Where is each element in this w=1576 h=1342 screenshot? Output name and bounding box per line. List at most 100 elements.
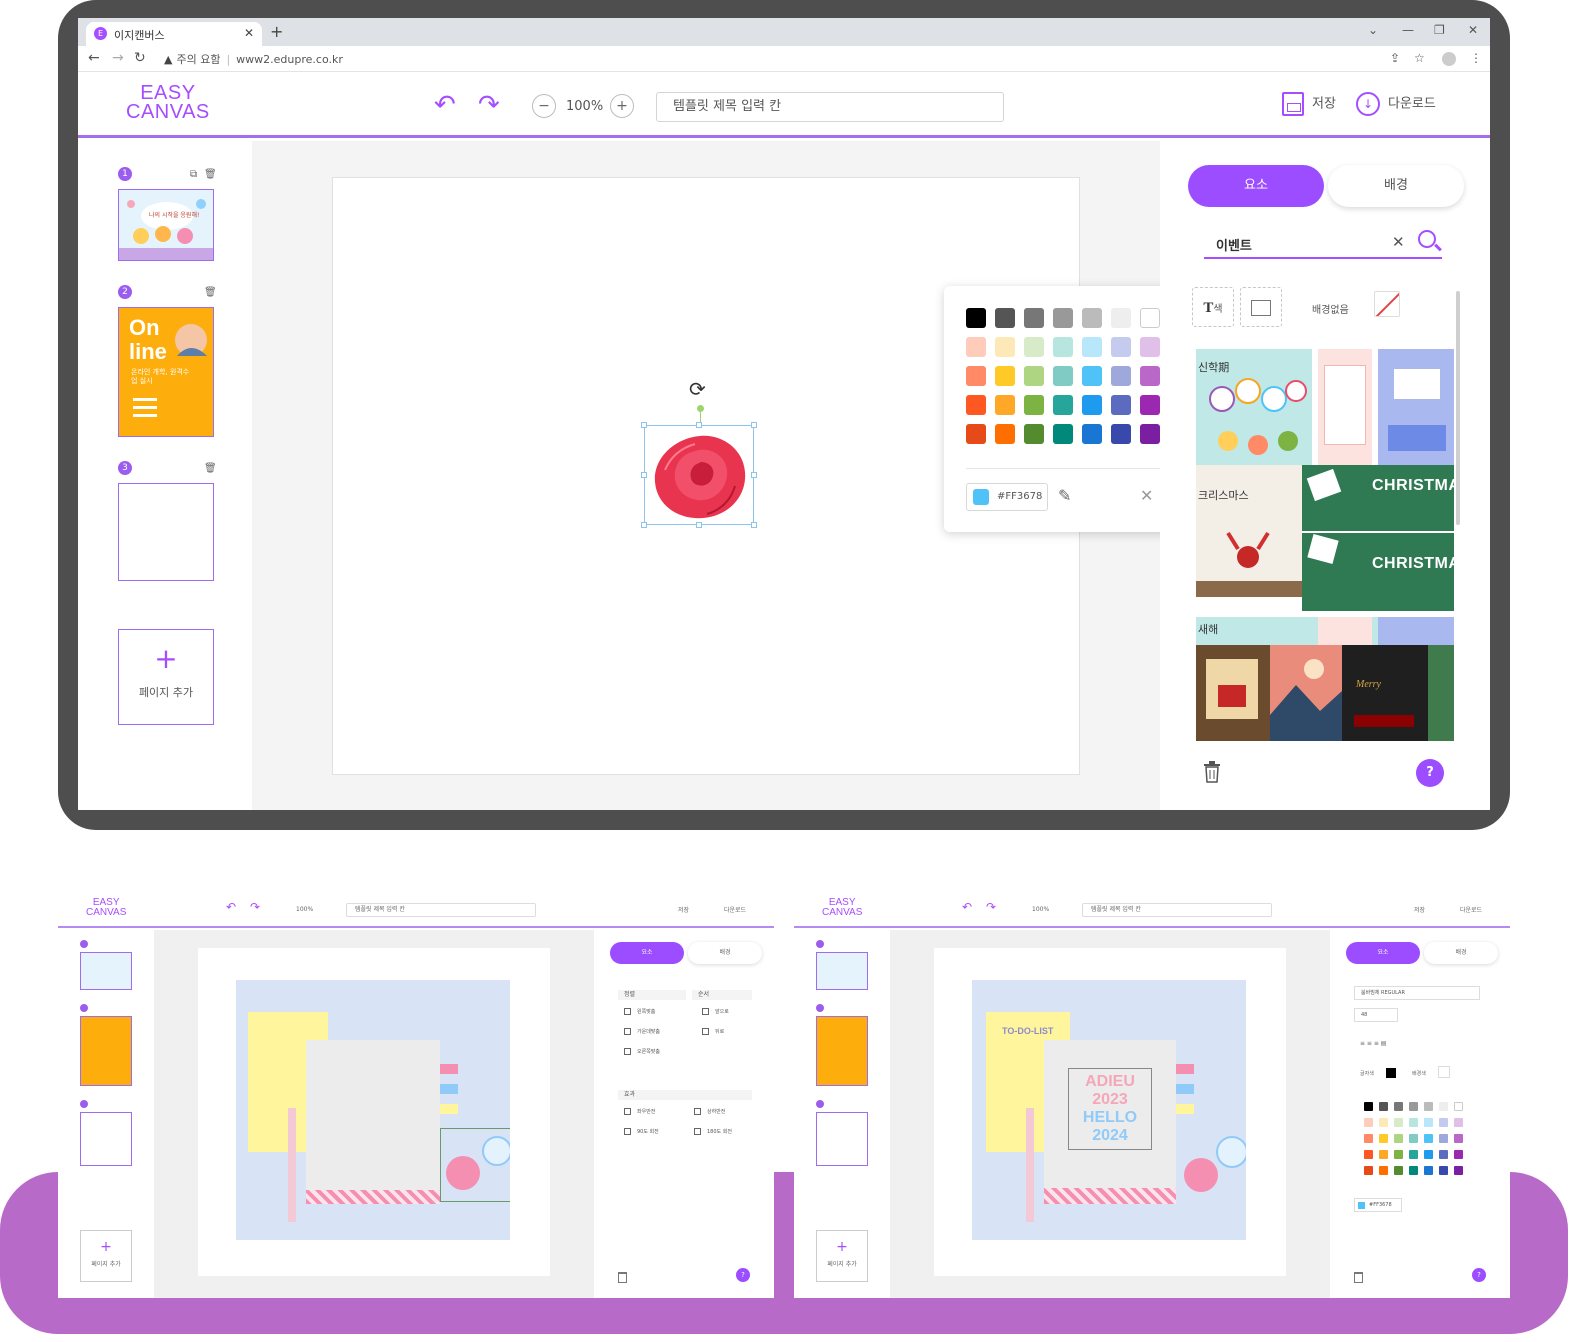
help-button[interactable]: ?	[1416, 759, 1444, 787]
thumb-school[interactable]: 신학期	[1196, 349, 1312, 465]
color-swatch[interactable]	[995, 366, 1015, 386]
thumb-notepad[interactable]	[1318, 349, 1372, 465]
delete-page-icon[interactable]: 🗑	[204, 463, 217, 474]
page-thumbnail-1[interactable]: 나의 시작을 응원해!	[118, 189, 214, 261]
new-tab-icon[interactable]: +	[270, 22, 283, 41]
trash-icon[interactable]	[1202, 761, 1222, 783]
zoom-in-button[interactable]: +	[610, 94, 634, 118]
color-swatch[interactable]	[1053, 424, 1073, 444]
tab-search-icon[interactable]: ⌄	[1368, 23, 1378, 37]
rotate-handle-icon[interactable]: ⟳	[689, 377, 706, 401]
color-swatch[interactable]	[966, 424, 986, 444]
reload-icon[interactable]: ↻	[134, 50, 146, 66]
search-icon[interactable]	[1418, 230, 1436, 248]
resize-handle[interactable]	[751, 522, 757, 528]
bookmark-star-icon[interactable]: ☆	[1414, 51, 1425, 65]
color-swatch[interactable]	[1082, 366, 1102, 386]
add-page-button[interactable]: + 페이지 추가	[118, 629, 214, 725]
color-swatch[interactable]	[966, 308, 986, 328]
thumb-newyear[interactable]: 새해	[1196, 617, 1454, 645]
color-swatch[interactable]	[1140, 424, 1160, 444]
color-swatch[interactable]	[1053, 308, 1073, 328]
easy-canvas-logo[interactable]: EASY CANVAS	[126, 83, 210, 122]
close-picker-icon[interactable]: ✕	[1140, 486, 1153, 505]
resize-handle[interactable]	[696, 522, 702, 528]
browser-menu-icon[interactable]: ⋮	[1470, 51, 1482, 65]
tab-background[interactable]: 배경	[1328, 165, 1464, 207]
resize-handle[interactable]	[641, 422, 647, 428]
color-swatch[interactable]	[1082, 308, 1102, 328]
browser-tab[interactable]: E 이지캔버스 ✕	[86, 22, 262, 46]
tab-elements[interactable]: 요소	[1188, 165, 1324, 207]
no-background-swatch[interactable]	[1374, 291, 1400, 317]
undo-icon[interactable]: ↶	[434, 92, 456, 118]
element-search[interactable]: 이벤트 ✕	[1204, 227, 1442, 259]
color-swatch[interactable]	[1111, 366, 1131, 386]
tab-close-icon[interactable]: ✕	[244, 26, 254, 40]
save-button[interactable]: 저장	[1282, 92, 1336, 116]
share-icon[interactable]: ⇪	[1390, 51, 1400, 65]
page-thumbnail-3[interactable]	[118, 483, 214, 581]
color-swatch[interactable]	[1111, 337, 1131, 357]
zoom-out-button[interactable]: −	[532, 94, 556, 118]
color-swatch[interactable]	[1140, 337, 1160, 357]
color-swatch[interactable]	[1053, 395, 1073, 415]
color-swatch[interactable]	[1111, 395, 1131, 415]
resize-handle[interactable]	[751, 472, 757, 478]
color-swatch[interactable]	[1082, 424, 1102, 444]
thumb-christmas-green[interactable]: CHRISTMAS CHRISTMAS	[1302, 465, 1454, 611]
color-swatch[interactable]	[1140, 308, 1160, 328]
color-swatch[interactable]	[995, 424, 1015, 444]
color-swatch[interactable]	[1024, 337, 1044, 357]
delete-page-icon[interactable]: 🗑	[204, 169, 217, 180]
url-field[interactable]: ▲ 주의 요함 | www2.edupre.co.kr	[164, 51, 343, 67]
delete-page-icon[interactable]: 🗑	[204, 287, 217, 298]
thumb-classroom[interactable]	[1378, 349, 1454, 465]
eyedropper-icon[interactable]: ✎	[1058, 486, 1071, 505]
resize-handle[interactable]	[641, 522, 647, 528]
duplicate-page-icon[interactable]: ⧉	[190, 169, 197, 180]
color-swatch[interactable]	[1024, 424, 1044, 444]
color-swatch[interactable]	[1082, 395, 1102, 415]
color-swatch[interactable]	[1024, 366, 1044, 386]
forward-icon[interactable]: →	[112, 50, 124, 66]
color-swatch[interactable]	[995, 395, 1015, 415]
resize-handle[interactable]	[641, 472, 647, 478]
color-swatch[interactable]	[966, 366, 986, 386]
profile-avatar-icon[interactable]	[1442, 52, 1456, 66]
rotate-dot[interactable]	[697, 405, 704, 412]
restore-icon[interactable]: ❐	[1434, 23, 1445, 37]
color-swatch[interactable]	[1053, 366, 1073, 386]
thumb-merry-christmas[interactable]: Merry	[1342, 645, 1428, 741]
redo-icon[interactable]: ↷	[478, 92, 500, 118]
thumb-gift-card[interactable]	[1196, 645, 1270, 741]
minimize-icon[interactable]: —	[1402, 23, 1414, 37]
color-swatch[interactable]	[1053, 337, 1073, 357]
hex-input[interactable]: #FF3678	[966, 483, 1048, 511]
download-button[interactable]: ↓ 다운로드	[1356, 92, 1436, 116]
back-icon[interactable]: ←	[88, 50, 100, 66]
thumb-christmas-reindeer[interactable]: 크리스마스	[1196, 465, 1302, 597]
color-swatch[interactable]	[1082, 337, 1102, 357]
background-frame-button[interactable]	[1240, 287, 1282, 327]
color-swatch[interactable]	[1111, 308, 1131, 328]
resize-handle[interactable]	[751, 422, 757, 428]
thumb-green-edge[interactable]	[1428, 645, 1454, 741]
thumbnail-scrollbar[interactable]	[1456, 291, 1460, 525]
color-swatch[interactable]	[1140, 366, 1160, 386]
template-title-input[interactable]: 템플릿 제목 입력 칸	[656, 92, 1004, 122]
text-color-button[interactable]: T색	[1192, 287, 1234, 327]
color-swatch[interactable]	[966, 395, 986, 415]
page-thumbnail-2[interactable]: On line 온라인 개학, 원격수업 실시	[118, 307, 214, 437]
close-window-icon[interactable]: ✕	[1468, 23, 1478, 37]
color-swatch[interactable]	[1140, 395, 1160, 415]
color-swatch[interactable]	[995, 308, 1015, 328]
color-swatch[interactable]	[1024, 395, 1044, 415]
selection-box[interactable]	[644, 425, 754, 525]
color-swatch[interactable]	[995, 337, 1015, 357]
thumb-mountain-sunset[interactable]	[1270, 645, 1342, 741]
color-swatch[interactable]	[966, 337, 986, 357]
color-swatch[interactable]	[1111, 424, 1131, 444]
color-swatch[interactable]	[1024, 308, 1044, 328]
resize-handle[interactable]	[696, 422, 702, 428]
